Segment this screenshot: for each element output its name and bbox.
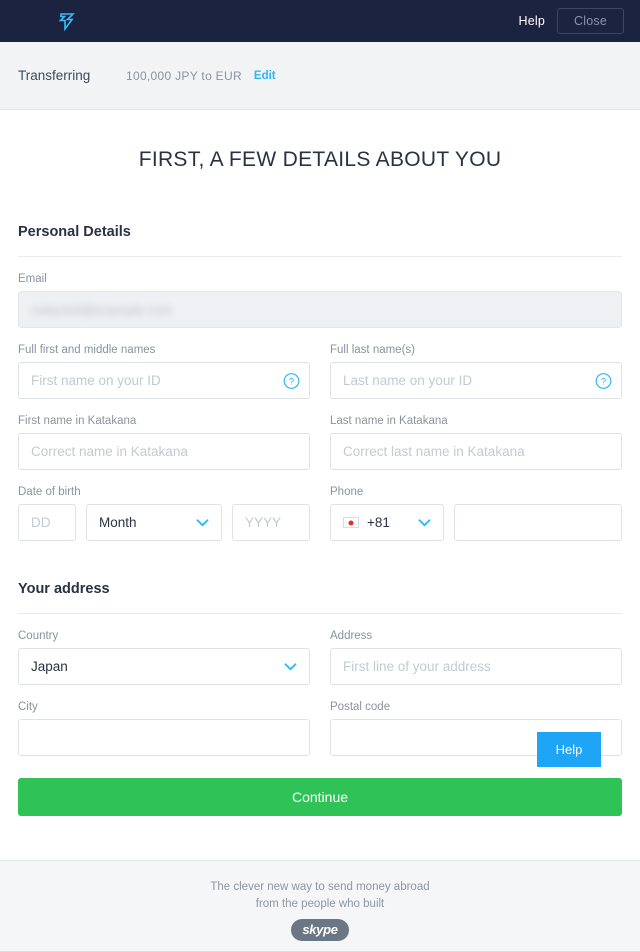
dob-group: Date of birth Month xyxy=(18,486,310,541)
personal-details-heading: Personal Details xyxy=(18,224,622,257)
phone-country-code-select[interactable]: +81 xyxy=(330,504,444,541)
footer-tagline-2: from the people who built xyxy=(255,898,385,910)
footer-tagline-1: The clever new way to send money abroad xyxy=(210,881,430,893)
phone-code-value: +81 xyxy=(367,515,390,530)
name-row: Full first and middle names ? Full last … xyxy=(18,344,622,399)
help-question-icon[interactable]: ? xyxy=(595,372,612,389)
dob-day-input[interactable] xyxy=(18,504,76,541)
header-help-link[interactable]: Help xyxy=(519,14,546,28)
city-input[interactable] xyxy=(18,719,310,756)
dob-phone-row: Date of birth Month Phone +81 xyxy=(18,486,622,541)
dob-label: Date of birth xyxy=(18,486,81,498)
edit-transfer-link[interactable]: Edit xyxy=(254,70,276,82)
phone-group: Phone +81 xyxy=(330,486,622,541)
first-name-input[interactable] xyxy=(18,362,310,399)
svg-text:?: ? xyxy=(601,376,606,386)
phone-controls: +81 xyxy=(330,504,622,541)
close-button[interactable]: Close xyxy=(557,8,624,34)
dob-month-select[interactable]: Month xyxy=(86,504,222,541)
email-field-group: Email redacted@example.com xyxy=(18,273,622,328)
chevron-down-icon xyxy=(284,662,297,670)
transfer-summary-bar: Transferring 100,000 JPY to EUR Edit xyxy=(0,42,640,110)
continue-button[interactable]: Continue xyxy=(18,778,622,816)
postal-code-label: Postal code xyxy=(330,701,391,713)
address-label: Address xyxy=(330,630,373,642)
page-footer: The clever new way to send money abroad … xyxy=(0,860,640,952)
chevron-down-icon xyxy=(418,518,431,526)
dob-year-input[interactable] xyxy=(232,504,310,541)
phone-label: Phone xyxy=(330,486,364,498)
transferwise-logo-icon[interactable] xyxy=(54,8,80,34)
phone-number-input[interactable] xyxy=(454,504,622,541)
top-header-bar: Help Close xyxy=(0,0,640,42)
first-name-group: Full first and middle names ? xyxy=(18,344,310,399)
last-katakana-group: Last name in Katakana xyxy=(330,415,622,470)
your-address-heading: Your address xyxy=(18,581,622,614)
first-name-label: Full first and middle names xyxy=(18,344,156,356)
help-widget-button[interactable]: Help xyxy=(537,732,601,767)
skype-logo: skype xyxy=(291,919,349,941)
country-value: Japan xyxy=(31,659,68,674)
dob-month-value: Month xyxy=(99,515,137,530)
email-row: Email redacted@example.com xyxy=(18,273,622,328)
transfer-amount: 100,000 JPY to EUR xyxy=(126,68,242,83)
last-name-label: Full last name(s) xyxy=(330,344,415,356)
header-actions: Help Close xyxy=(519,8,624,34)
address-input[interactable] xyxy=(330,648,622,685)
address-group: Address xyxy=(330,630,622,685)
first-name-input-wrap: ? xyxy=(18,362,310,399)
katakana-row: First name in Katakana Last name in Kata… xyxy=(18,415,622,470)
city-label: City xyxy=(18,701,38,713)
first-katakana-input[interactable] xyxy=(18,433,310,470)
last-name-input-wrap: ? xyxy=(330,362,622,399)
help-question-icon[interactable]: ? xyxy=(283,372,300,389)
first-katakana-group: First name in Katakana xyxy=(18,415,310,470)
chevron-down-icon xyxy=(196,518,209,526)
city-postal-row: City Postal code xyxy=(18,701,622,756)
first-katakana-label: First name in Katakana xyxy=(18,415,137,427)
country-select[interactable]: Japan xyxy=(18,648,310,685)
svg-text:?: ? xyxy=(289,376,294,386)
email-value-redacted: redacted@example.com xyxy=(31,302,173,317)
last-katakana-label: Last name in Katakana xyxy=(330,415,448,427)
transferring-label: Transferring xyxy=(18,68,91,83)
last-katakana-input[interactable] xyxy=(330,433,622,470)
country-label: Country xyxy=(18,630,59,642)
japan-flag-icon xyxy=(343,517,359,528)
city-group: City xyxy=(18,701,310,756)
country-address-row: Country Japan Address xyxy=(18,630,622,685)
last-name-input[interactable] xyxy=(330,362,622,399)
email-input-wrap: redacted@example.com xyxy=(18,291,622,328)
country-group: Country Japan xyxy=(18,630,310,685)
email-label: Email xyxy=(18,273,47,285)
dob-controls: Month xyxy=(18,504,310,541)
page-title: FIRST, A FEW DETAILS ABOUT YOU xyxy=(138,148,502,171)
last-name-group: Full last name(s) ? xyxy=(330,344,622,399)
